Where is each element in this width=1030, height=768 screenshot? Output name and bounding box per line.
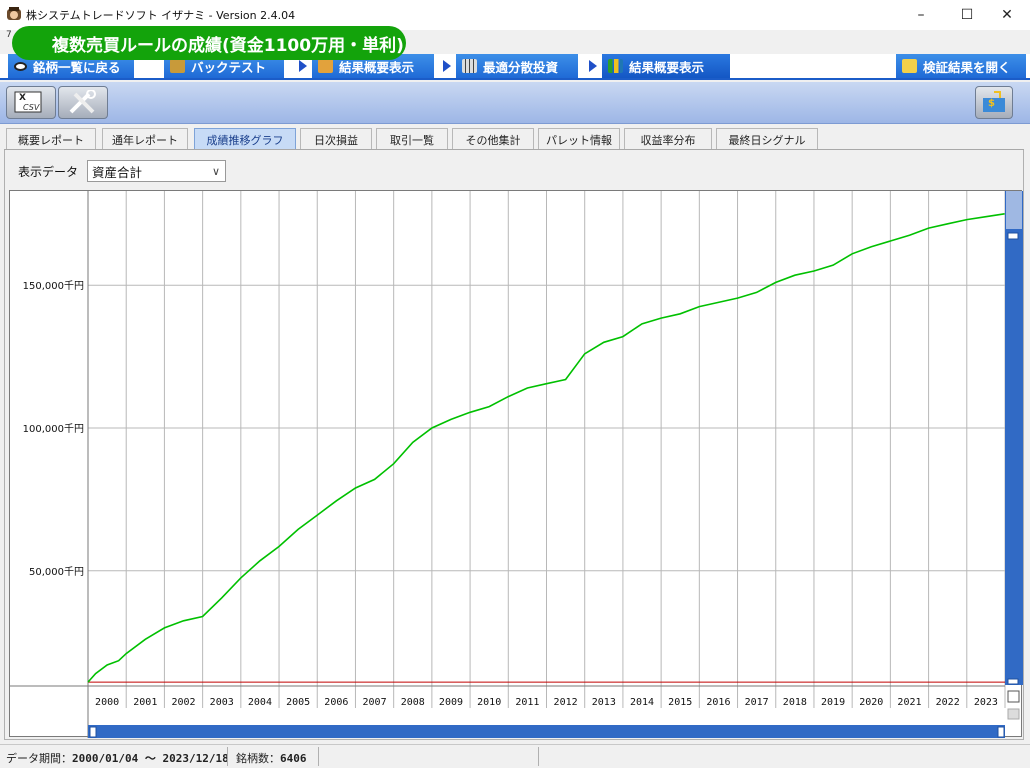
x-tick-label: 2004 [248,697,272,708]
csv-export-button[interactable]: X CSV [6,86,56,119]
app-window: 株システムトレードソフト イザナミ - Version 2.4.04 – ☐ ✕… [0,0,1030,768]
horizontal-scrollbar [88,725,1005,738]
x-tick-label: 2003 [210,697,234,708]
app-icon [7,7,21,20]
y-tick-label: 50,000千円 [29,566,84,578]
tab-trade-list[interactable]: 取引一覧 [376,128,448,150]
data-period: データ期間：2000/01/04 ～ 2023/12/18 [6,750,229,766]
svg-text:$: $ [988,98,995,109]
minimize-button[interactable]: – [898,0,944,30]
x-tick-label: 2013 [592,697,616,708]
grid-icon [462,59,477,73]
tab-final-day-signal[interactable]: 最終日シグナル [716,128,818,150]
x-tick-label: 2006 [324,697,348,708]
performance-chart: 2000 2001 2002 2003 2004 2005 2006 2007 2008 2009… [9,190,1023,738]
arrow-right-icon [296,58,310,74]
data-period-value: 2000/01/04 ～ 2023/12/18 [72,752,229,765]
csv-label: CSV [23,103,40,112]
y-tick-label: 100,000千円 [23,423,84,435]
optimize-button[interactable]: 最適分散投資 [456,54,578,78]
tab-return-distribution[interactable]: 収益率分布 [624,128,712,150]
summary-active-label: 結果概要表示 [629,59,705,75]
tab-daily-pnl[interactable]: 日次損益 [300,128,372,150]
tab-annual-report[interactable]: 通年レポート [102,128,188,150]
tab-summary-report[interactable]: 概要レポート [6,128,96,150]
scroll-toggle-box [1007,708,1020,720]
horizontal-scrollbar-handle-right [997,726,1005,738]
status-separator [227,747,228,766]
stock-count-label: 銘柄数： [236,752,280,765]
close-button[interactable]: ✕ [984,0,1030,30]
x-tick-label: 2018 [783,697,807,708]
status-separator [318,747,319,766]
x-tick-label: 2005 [286,697,310,708]
vertical-scrollbar [1005,191,1023,685]
x-tick-label: 2011 [515,697,539,708]
x-tick-label: 2014 [630,697,654,708]
x-tick-label: 2022 [936,697,960,708]
open-results-label: 検証結果を開く [923,59,1011,75]
x-tick-label: 2019 [821,697,845,708]
display-data-value: 資産合計 [92,164,143,180]
x-tick-label: 2020 [859,697,883,708]
report-tabs: 概要レポート 通年レポート 成績推移グラフ 日次損益 取引一覧 その他集計 パレ… [0,124,1030,150]
toolbar: X CSV $ [0,82,1030,124]
tab-palette-info[interactable]: パレット情報 [538,128,620,150]
horizontal-scrollbar-handle-left [89,726,97,738]
bag-icon [170,59,185,73]
csv-icon: X CSV [14,91,42,112]
optimize-label: 最適分散投資 [483,59,559,75]
vertical-scrollbar-handle-bottom [1007,678,1019,685]
x-tick-label: 2010 [477,697,501,708]
chart-canvas: 2000 2001 2002 2003 2004 2005 2006 2007 2008 2009… [10,191,1023,738]
money-icon: $ [983,90,1005,112]
tab-other-stats[interactable]: その他集計 [452,128,534,150]
x-tick-label: 2002 [171,697,195,708]
bar-chart-icon [608,59,623,73]
display-data-label: 表示データ [18,165,79,179]
tools-button[interactable] [58,86,108,119]
x-tick-label: 2001 [133,697,157,708]
x-tick-label: 2012 [554,697,578,708]
summary-active-button[interactable]: 結果概要表示 [602,54,730,78]
vertical-scrollbar-top-region [1006,191,1022,229]
eye-icon [14,61,27,71]
tab-performance-graph[interactable]: 成績推移グラフ [194,128,296,150]
hand-icon [318,59,333,73]
open-results-button[interactable]: 検証結果を開く [896,54,1026,78]
status-bar: データ期間：2000/01/04 ～ 2023/12/18 銘柄数：6406 [0,744,1030,768]
display-data-select[interactable]: 資産合計 ∨ [87,160,226,182]
data-period-label: データ期間： [6,752,72,765]
x-tick-label: 2016 [706,697,730,708]
open-folder-icon [902,59,917,73]
stock-count-value: 6406 [280,752,307,765]
x-tick-label: 2023 [974,697,998,708]
x-tick-label: 2009 [439,697,463,708]
x-tick-label: 2015 [668,697,692,708]
arrow-right-icon [440,58,454,74]
stock-count: 銘柄数：6406 [236,750,307,766]
x-tick-label: 2007 [363,697,387,708]
vertical-scrollbar-handle-top [1007,232,1019,240]
money-export-button[interactable]: $ [975,86,1013,119]
window-subtitle: 7 [6,30,12,40]
chevron-down-icon: ∨ [211,165,220,178]
x-tick-label: 2000 [95,697,119,708]
window-title: 株システムトレードソフト イザナミ - Version 2.4.04 [26,9,296,22]
status-separator [538,747,539,766]
rule-summary-badge: 複数売買ルールの成績(資金1100万用・単利) [12,26,406,60]
x-tick-label: 2008 [401,697,425,708]
scroll-toggle-box [1007,690,1020,703]
wrench-icon [69,89,96,113]
arrow-right-icon [586,58,600,74]
x-tick-label: 2017 [745,697,769,708]
y-tick-label: 150,000千円 [23,280,84,292]
svg-text:X: X [19,93,26,103]
x-tick-label: 2021 [897,697,921,708]
